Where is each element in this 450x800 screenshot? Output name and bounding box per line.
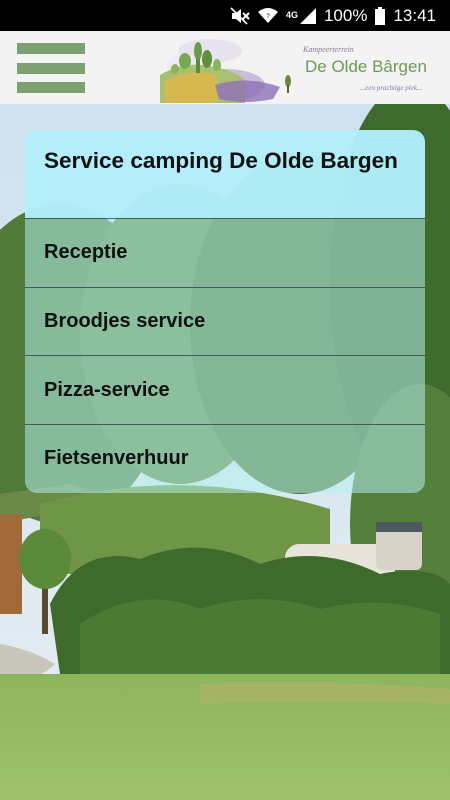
logo: Kampeerterrein De Olde Bârgen ...een pra… xyxy=(155,35,440,103)
status-bar: ? 4G 100% 13:41 xyxy=(0,0,450,31)
logo-tagline: ...een prachtige plek... xyxy=(360,84,423,92)
tree-icon xyxy=(285,75,291,93)
mute-icon xyxy=(230,6,250,26)
cell-signal-icon: 4G xyxy=(286,6,316,26)
hamburger-icon[interactable] xyxy=(17,43,85,93)
service-menu: Service camping De Olde Bargen Receptie … xyxy=(25,130,425,493)
battery-icon xyxy=(375,6,386,26)
battery-percent: 100% xyxy=(323,5,368,25)
logo-illustration xyxy=(160,39,280,103)
clock: 13:41 xyxy=(393,5,436,25)
menu-item-broodjes-service[interactable]: Broodjes service xyxy=(25,286,425,356)
logo-name: De Olde Bârgen xyxy=(305,57,427,76)
network-type-label: 4G xyxy=(285,10,298,20)
app-header: Kampeerterrein De Olde Bârgen ...een pra… xyxy=(0,31,450,104)
menu-item-pizza-service[interactable]: Pizza-service xyxy=(25,355,425,425)
menu-item-fietsenverhuur[interactable]: Fietsenverhuur xyxy=(25,424,425,493)
logo-subtitle: Kampeerterrein xyxy=(303,45,354,54)
wifi-icon: ? xyxy=(257,6,278,26)
menu-title: Service camping De Olde Bargen xyxy=(25,130,425,218)
menu-item-receptie[interactable]: Receptie xyxy=(25,218,425,287)
